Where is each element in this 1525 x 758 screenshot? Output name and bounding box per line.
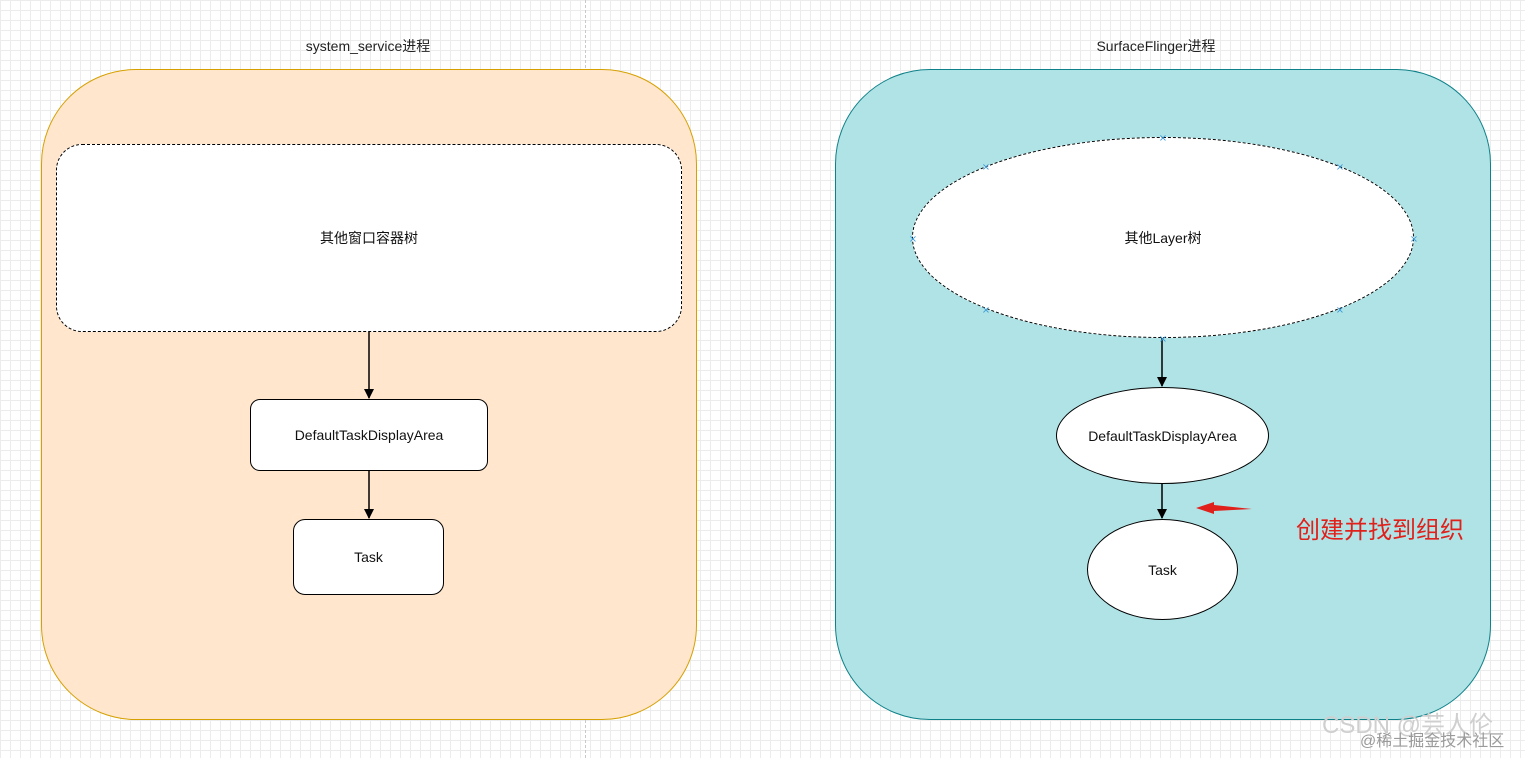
selection-handles: × × × × × × × × <box>909 133 1418 345</box>
connectors-layer: × × × × × × × × <box>364 133 1418 519</box>
svg-text:×: × <box>909 234 917 245</box>
svg-text:×: × <box>1159 133 1167 144</box>
red-annotation-arrow <box>1196 502 1252 514</box>
svg-text:×: × <box>982 162 990 173</box>
svg-text:×: × <box>1336 162 1344 173</box>
red-annotation-text: 创建并找到组织 <box>1296 517 1464 544</box>
svg-text:×: × <box>1159 334 1167 345</box>
svg-text:×: × <box>1410 234 1418 245</box>
svg-text:×: × <box>982 305 990 316</box>
svg-text:×: × <box>1336 305 1344 316</box>
watermark-subtext: @稀土掘金技术社区 <box>1360 733 1505 750</box>
